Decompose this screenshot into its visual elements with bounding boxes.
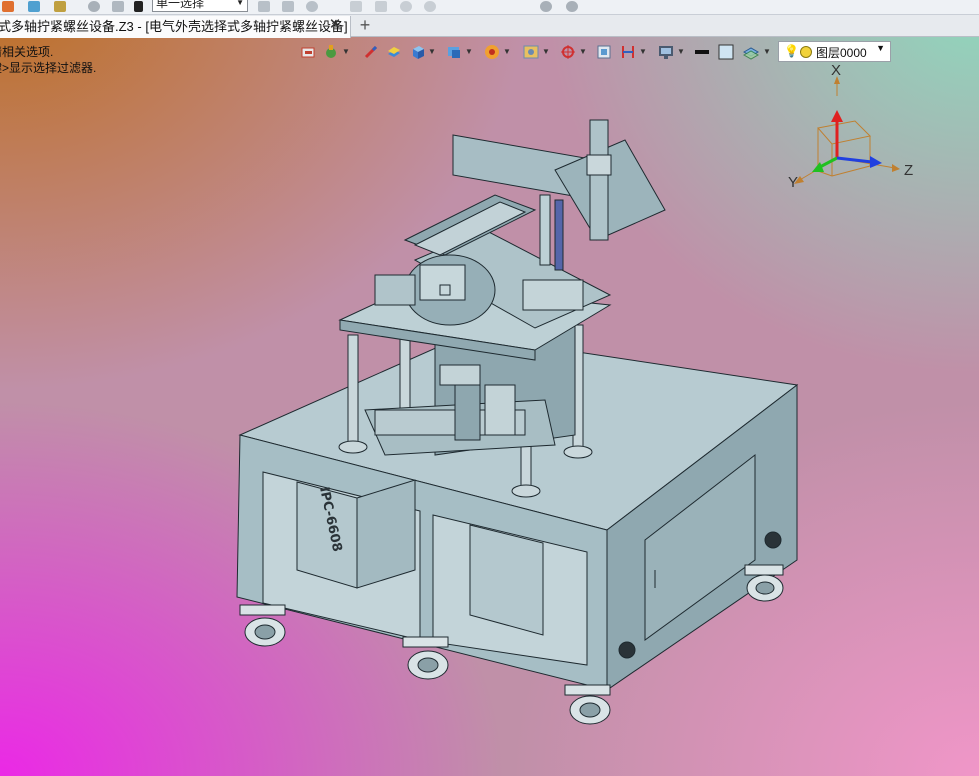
settings-icon[interactable] bbox=[540, 1, 552, 12]
render-icon[interactable] bbox=[523, 44, 539, 60]
cube-icon[interactable] bbox=[410, 44, 426, 60]
3d-viewport[interactable]: IPC-6608 X Y Z 相关选项. 键>显示选择过滤器. ▼ ▼ ▼ ▼ … bbox=[0, 0, 979, 776]
layer-icon[interactable] bbox=[28, 1, 40, 12]
axis-x-label: X bbox=[831, 62, 842, 79]
paint-icon[interactable] bbox=[323, 44, 339, 60]
pointer-icon[interactable] bbox=[258, 1, 270, 12]
monitor-icon[interactable] bbox=[658, 44, 674, 60]
layer-color-icon bbox=[800, 46, 812, 58]
fill-color-icon[interactable] bbox=[718, 44, 734, 60]
measure-icon[interactable] bbox=[620, 44, 636, 60]
prompt-line-2: 键>显示选择过滤器. bbox=[0, 61, 97, 75]
new-tab-button[interactable]: + bbox=[357, 16, 373, 34]
rotate-icon[interactable] bbox=[282, 1, 294, 12]
app-icon[interactable] bbox=[2, 1, 14, 12]
solid-icon[interactable] bbox=[386, 44, 402, 60]
snap-icon[interactable] bbox=[306, 1, 318, 12]
filter-icon[interactable] bbox=[112, 1, 124, 12]
point-icon[interactable] bbox=[400, 1, 412, 12]
refresh-icon[interactable] bbox=[424, 1, 436, 12]
axis-z-label: Z bbox=[904, 162, 914, 179]
line-color-icon[interactable] bbox=[694, 44, 710, 60]
view-cube-icon[interactable] bbox=[446, 44, 462, 60]
arrow-icon[interactable] bbox=[375, 1, 387, 12]
gear-icon[interactable] bbox=[566, 1, 578, 12]
layers-icon[interactable] bbox=[742, 44, 760, 60]
chevron-down-icon: ▼ bbox=[236, 0, 244, 7]
prompt-line-1: 请相关选项. bbox=[0, 45, 54, 59]
datum-icon[interactable] bbox=[560, 44, 576, 60]
close-icon[interactable]: ✕ bbox=[328, 17, 342, 32]
line-icon[interactable] bbox=[350, 1, 362, 12]
grid-icon[interactable] bbox=[54, 1, 66, 12]
document-tab-label: 式多轴拧紧螺丝设备.Z3 - [电气外壳选择式多轴拧紧螺丝设备] bbox=[0, 19, 348, 34]
box-select-icon[interactable] bbox=[134, 1, 143, 12]
shape-icon[interactable] bbox=[300, 44, 316, 60]
document-tab-bar: 式多轴拧紧螺丝设备.Z3 - [电气外壳选择式多轴拧紧螺丝设备] ✕ + bbox=[0, 15, 979, 38]
chevron-down-icon: ▼ bbox=[876, 43, 885, 53]
layer-label: 图层0000 bbox=[816, 46, 867, 60]
view-toolbar: ▼ ▼ ▼ ▼ ▼ ▼ ▼ ▼ ▼ 💡 图层0000 ▼ bbox=[298, 41, 898, 63]
axis-triad[interactable]: X Y Z bbox=[780, 62, 920, 196]
pen-icon[interactable] bbox=[363, 44, 379, 60]
document-tab[interactable]: 式多轴拧紧螺丝设备.Z3 - [电气外壳选择式多轴拧紧螺丝设备] bbox=[0, 16, 351, 38]
z-axis-arrow bbox=[836, 156, 873, 164]
wheel-icon[interactable] bbox=[484, 44, 500, 60]
undo-icon[interactable] bbox=[88, 1, 100, 12]
axis-y-label: Y bbox=[788, 174, 799, 191]
select-filter-dropdown[interactable]: 单一选择 ▼ bbox=[152, 0, 248, 12]
select-filter-value: 单一选择 bbox=[156, 0, 205, 10]
layer-select[interactable]: 💡 图层0000 ▼ bbox=[778, 41, 891, 62]
frame-icon[interactable] bbox=[596, 44, 612, 60]
top-toolbar: 单一选择 ▼ bbox=[0, 0, 979, 15]
lightbulb-icon: 💡 bbox=[784, 44, 799, 58]
machine-model[interactable]: IPC-6608 bbox=[225, 110, 815, 740]
